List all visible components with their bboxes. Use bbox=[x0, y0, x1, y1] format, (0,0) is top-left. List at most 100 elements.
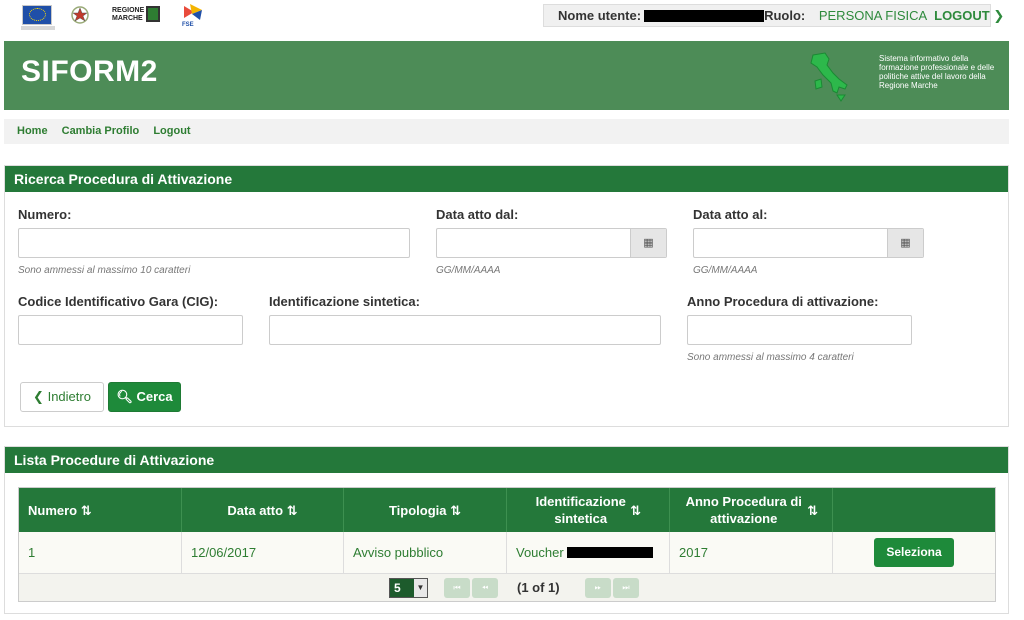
data-al-field-group: Data atto al: bbox=[693, 207, 767, 222]
col-header-tipologia[interactable]: Tipologia ⇅ bbox=[344, 488, 507, 532]
numero-help: Sono ammessi al massimo 10 caratteri bbox=[18, 265, 191, 276]
search-panel-title: Ricerca Procedura di Attivazione bbox=[5, 166, 1008, 192]
numero-field-group: Numero: bbox=[18, 207, 71, 222]
numero-label: Numero: bbox=[18, 207, 72, 222]
data-dal-label: Data atto dal: bbox=[436, 207, 519, 222]
paginator: 5 ▼ ⏮︎ ⏪︎ (1 of 1) ⏩︎ ⏭︎ bbox=[19, 573, 995, 601]
calendar-icon[interactable]: ▦ bbox=[630, 229, 666, 257]
last-page-icon: ⏭︎ bbox=[622, 583, 630, 592]
anno-input[interactable] bbox=[687, 315, 912, 345]
seleziona-button[interactable]: Seleziona bbox=[874, 538, 954, 567]
cell-anno: 2017 bbox=[670, 532, 833, 573]
chevron-left-icon: ❮ bbox=[33, 389, 44, 404]
logout-link[interactable]: LOGOUT ❯ bbox=[934, 8, 1004, 23]
identificazione-field-group: Identificazione sintetica: bbox=[269, 294, 420, 309]
chevron-right-icon: ❯ bbox=[993, 8, 1005, 23]
next-page-icon: ⏩︎ bbox=[594, 583, 602, 592]
col-header-anno[interactable]: Anno Procedura di attivazione ⇅ bbox=[670, 488, 833, 532]
col-header-data-atto[interactable]: Data atto ⇅ bbox=[182, 488, 344, 532]
col-header-anno-label: Anno Procedura di attivazione bbox=[685, 494, 802, 526]
top-logo-bar: REGIONE MARCHE FSE Nome utente: Ruolo: PE… bbox=[0, 0, 1024, 36]
table-row: 1 12/06/2017 Avviso pubblico Voucher 201… bbox=[19, 532, 995, 573]
calendar-icon[interactable]: ▦ bbox=[887, 229, 923, 257]
sort-icon: ⇅ bbox=[286, 502, 298, 518]
data-dal-input[interactable]: ▦ bbox=[436, 228, 667, 258]
redacted-user-name bbox=[644, 9, 765, 22]
regione-marche-logo: REGIONE MARCHE bbox=[112, 4, 160, 26]
caret-down-icon: ▼ bbox=[414, 579, 427, 597]
sort-icon: ⇅ bbox=[630, 502, 641, 518]
search-icon: 🔍︎ bbox=[116, 389, 133, 404]
app-description: Sistema informativo della formazione pro… bbox=[879, 54, 995, 90]
cell-identificazione-text: Voucher bbox=[516, 545, 564, 560]
fse-logo: FSE bbox=[182, 4, 206, 34]
back-button-label: Indietro bbox=[47, 389, 91, 404]
italian-republic-emblem-logo bbox=[70, 4, 90, 26]
last-page-button[interactable]: ⏭︎ bbox=[613, 578, 639, 598]
search-panel: Ricerca Procedura di Attivazione Numero:… bbox=[4, 165, 1009, 427]
data-al-help: GG/MM/AAAA bbox=[693, 265, 758, 276]
regione-marche-logo-text: REGIONE MARCHE bbox=[112, 7, 145, 22]
search-button[interactable]: 🔍︎ Cerca bbox=[108, 382, 181, 412]
page-info: (1 of 1) bbox=[517, 580, 560, 595]
nav-home[interactable]: Home bbox=[17, 125, 48, 137]
app-title: SIFORM2 bbox=[21, 55, 158, 88]
col-header-identificazione[interactable]: Identificazione sintetica ⇅ bbox=[507, 488, 670, 532]
cell-tipologia: Avviso pubblico bbox=[344, 532, 507, 573]
col-header-identificazione-label: Identificazione sintetica bbox=[535, 494, 626, 526]
col-header-numero[interactable]: Numero ⇅ bbox=[19, 488, 182, 532]
cell-numero: 1 bbox=[19, 532, 182, 573]
first-page-icon: ⏮︎ bbox=[453, 583, 461, 592]
col-header-action bbox=[833, 488, 995, 532]
data-al-label: Data atto al: bbox=[693, 207, 768, 222]
next-page-button[interactable]: ⏩︎ bbox=[585, 578, 611, 598]
fse-logo-text: FSE bbox=[182, 22, 194, 28]
cig-field-group: Codice Identificativo Gara (CIG): bbox=[18, 294, 218, 309]
italy-map-icon bbox=[810, 52, 848, 102]
anno-help: Sono ammessi al massimo 4 caratteri bbox=[687, 352, 854, 363]
eu-flag-logo bbox=[21, 5, 55, 30]
user-info-box: Nome utente: Ruolo: PERSONA FISICA LOGOUT… bbox=[543, 4, 1004, 27]
table-header: Numero ⇅ Data atto ⇅ Tipologia ⇅ Identif… bbox=[19, 488, 995, 532]
first-page-button[interactable]: ⏮︎ bbox=[444, 578, 470, 598]
search-button-label: Cerca bbox=[136, 389, 173, 404]
data-dal-help: GG/MM/AAAA bbox=[436, 265, 501, 276]
identificazione-label: Identificazione sintetica: bbox=[269, 294, 420, 309]
rows-per-page-select[interactable]: 5 ▼ bbox=[389, 578, 428, 598]
redacted-text bbox=[566, 547, 653, 558]
col-header-data-atto-label: Data atto bbox=[227, 502, 284, 518]
identificazione-input[interactable] bbox=[269, 315, 661, 345]
user-role-label: Ruolo: bbox=[764, 8, 806, 23]
user-role-value: PERSONA FISICA bbox=[818, 8, 927, 23]
user-name-label: Nome utente: bbox=[558, 8, 642, 23]
regione-marche-mark-icon bbox=[146, 6, 160, 22]
sort-icon: ⇅ bbox=[807, 502, 818, 518]
logout-link-label: LOGOUT bbox=[934, 8, 990, 23]
cell-identificazione: Voucher bbox=[507, 532, 670, 573]
anno-label: Anno Procedura di attivazione: bbox=[687, 294, 879, 309]
eu-logo-caption bbox=[21, 26, 55, 30]
back-button[interactable]: ❮ Indietro bbox=[20, 382, 104, 412]
cell-action: Seleziona bbox=[833, 532, 995, 573]
sort-icon: ⇅ bbox=[450, 502, 462, 518]
cig-label: Codice Identificativo Gara (CIG): bbox=[18, 294, 219, 309]
results-table: Numero ⇅ Data atto ⇅ Tipologia ⇅ Identif… bbox=[18, 487, 996, 602]
breadcrumb-nav: Home Cambia Profilo Logout bbox=[4, 119, 1009, 144]
prev-page-button[interactable]: ⏪︎ bbox=[472, 578, 498, 598]
numero-input[interactable] bbox=[18, 228, 410, 258]
results-panel-title: Lista Procedure di Attivazione bbox=[5, 447, 1008, 473]
eu-stars-icon bbox=[29, 8, 46, 21]
data-al-input[interactable]: ▦ bbox=[693, 228, 924, 258]
col-header-numero-label: Numero bbox=[28, 502, 78, 518]
cig-input[interactable] bbox=[18, 315, 243, 345]
sort-icon: ⇅ bbox=[80, 502, 92, 518]
nav-logout[interactable]: Logout bbox=[153, 125, 190, 137]
results-panel: Lista Procedure di Attivazione Numero ⇅ … bbox=[4, 446, 1009, 614]
prev-page-icon: ⏪︎ bbox=[481, 583, 489, 592]
data-dal-field-group: Data atto dal: bbox=[436, 207, 518, 222]
col-header-tipologia-label: Tipologia bbox=[388, 502, 447, 518]
app-header: SIFORM2 Sistema informativo della formaz… bbox=[4, 41, 1009, 110]
cell-data-atto: 12/06/2017 bbox=[182, 532, 344, 573]
nav-cambia-profilo[interactable]: Cambia Profilo bbox=[62, 125, 140, 137]
anno-field-group: Anno Procedura di attivazione: bbox=[687, 294, 878, 309]
